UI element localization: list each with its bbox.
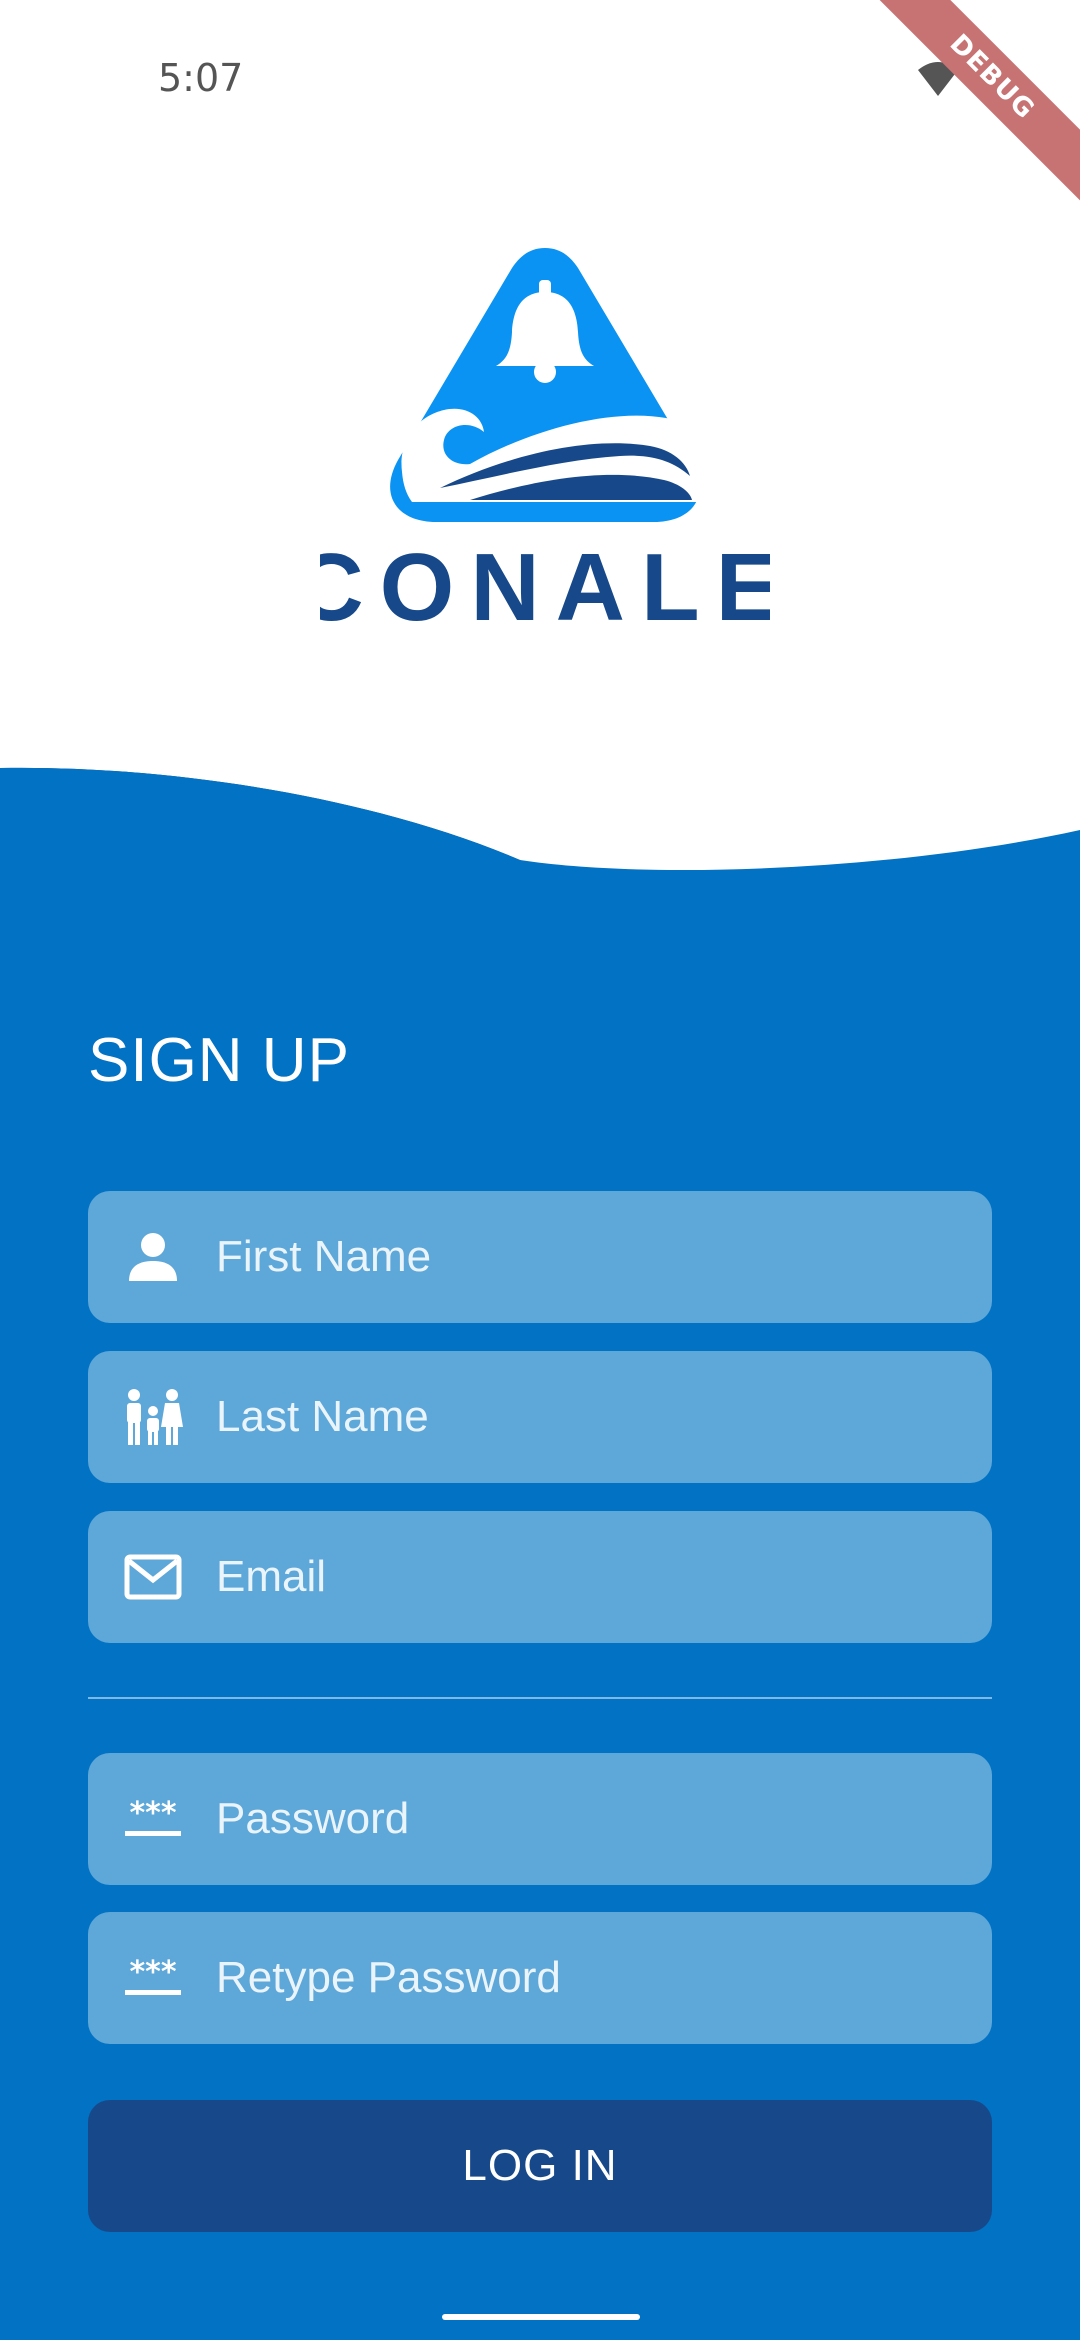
status-time: 5:07 [158, 56, 244, 100]
debug-ribbon: DEBUG [860, 0, 1080, 220]
last-name-field[interactable] [88, 1351, 992, 1483]
password-icon: *** [120, 1945, 186, 2011]
password-field[interactable]: *** [88, 1753, 992, 1885]
person-icon [120, 1224, 186, 1290]
sign-up-screen: 5:07 DEBUG CONALE SIGN UP First Name Las… [0, 0, 1080, 2340]
debug-label: DEBUG [868, 0, 1080, 201]
app-logo: CONALE [294, 240, 780, 641]
login-button[interactable]: LOG IN [88, 2100, 992, 2232]
divider [88, 1697, 992, 1699]
retype-password-field[interactable]: *** [88, 1912, 992, 2044]
svg-text:***: *** [129, 1958, 176, 1990]
last-name-input[interactable] [216, 1351, 992, 1483]
email-field[interactable] [88, 1511, 992, 1643]
home-indicator[interactable] [442, 2314, 640, 2320]
first-name-input[interactable] [216, 1191, 992, 1323]
first-name-field[interactable] [88, 1191, 992, 1323]
mail-icon [120, 1544, 186, 1610]
email-input[interactable] [216, 1511, 992, 1643]
page-title: SIGN UP [88, 1026, 350, 1095]
family-icon [120, 1384, 186, 1450]
password-input[interactable] [216, 1753, 992, 1885]
svg-text:***: *** [129, 1799, 176, 1831]
bell-wave-logo-icon: CONALE [294, 248, 780, 641]
logo-text: CONALE [320, 534, 770, 640]
retype-password-input[interactable] [216, 1912, 992, 2044]
password-icon: *** [120, 1786, 186, 1852]
